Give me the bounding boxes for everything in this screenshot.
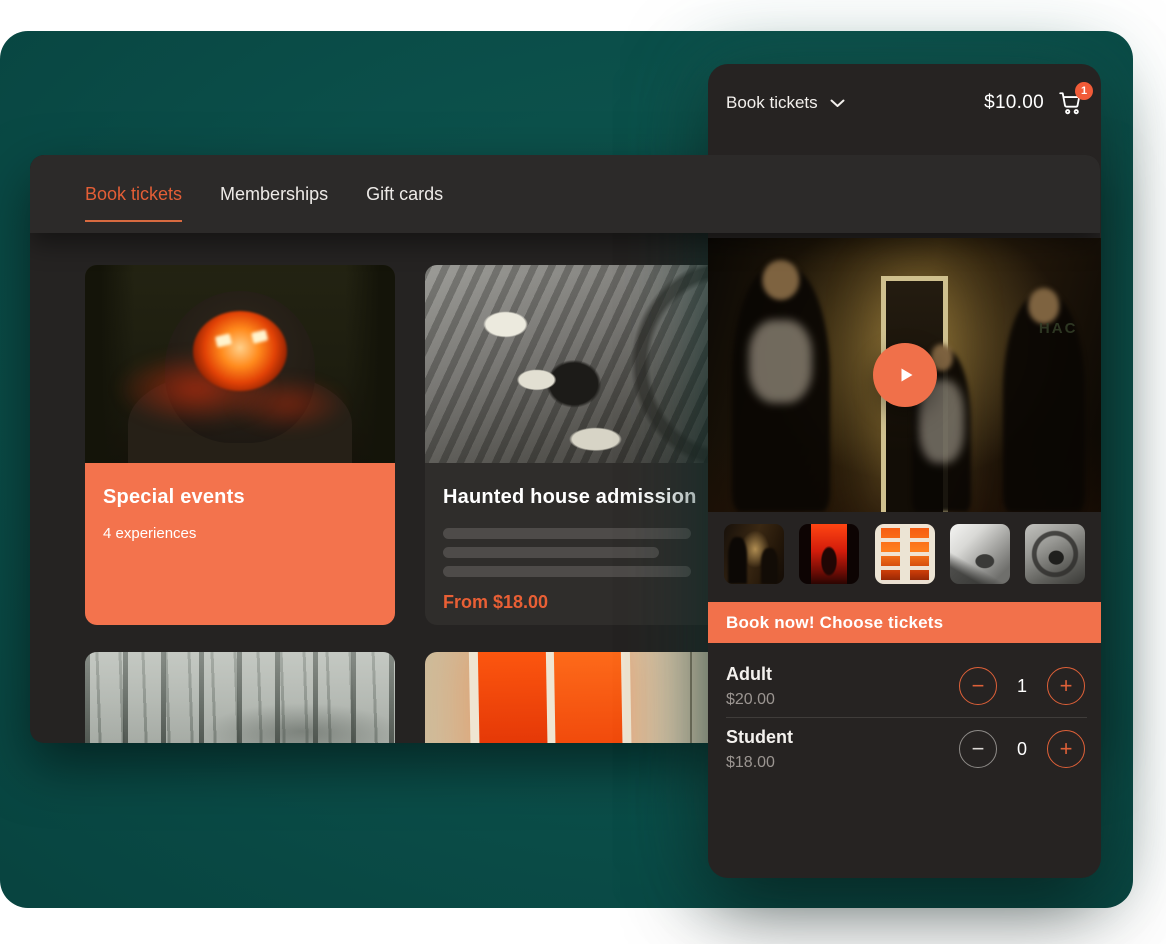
- ticket-name: Adult: [726, 664, 775, 685]
- gallery-thumbnail-1[interactable]: [724, 524, 784, 584]
- ticket-price: $18.00: [726, 754, 793, 772]
- zombie-silhouette: [732, 265, 830, 512]
- ticket-info: Student $18.00: [726, 727, 793, 772]
- window-pane: [477, 652, 547, 743]
- card-special-events[interactable]: Special events 4 experiences: [85, 265, 395, 625]
- gallery-thumbnail-2[interactable]: [799, 524, 859, 584]
- cart-badge: 1: [1075, 82, 1093, 100]
- gallery-thumbnail-3[interactable]: [875, 524, 935, 584]
- minus-icon: −: [972, 738, 985, 760]
- ticket-price: $20.00: [726, 691, 775, 709]
- card-title: Haunted house admission: [443, 486, 717, 509]
- card-price: From $18.00: [443, 592, 717, 613]
- pumpkin-figure-image: [85, 265, 395, 463]
- play-icon: [893, 363, 917, 387]
- increase-button[interactable]: +: [1047, 667, 1085, 705]
- jack-o-lantern-face: [193, 311, 287, 391]
- panel-nav: Book tickets $10.00 1: [708, 64, 1101, 116]
- foggy-forest-image: [85, 652, 395, 743]
- desktop-tab-bar: Book tickets Memberships Gift cards: [30, 155, 1100, 233]
- gallery-thumbnail-5[interactable]: [1025, 524, 1085, 584]
- window-pane: [553, 652, 623, 743]
- hanging-cord-shape: [690, 652, 692, 743]
- card-title: Special events: [103, 486, 377, 509]
- experience-card-grid: Special events 4 experiences Haunted hou…: [85, 265, 735, 743]
- card-fire-window[interactable]: [425, 652, 735, 743]
- card-haunted-house[interactable]: Haunted house admission From $18.00: [425, 265, 735, 625]
- ticket-name: Student: [726, 727, 793, 748]
- gallery-thumbnails: [708, 512, 1101, 584]
- plus-icon: +: [1060, 738, 1073, 760]
- quantity-stepper-adult: − 1 +: [959, 667, 1085, 705]
- dropdown-label: Book tickets: [726, 93, 818, 113]
- card-subtitle: 4 experiences: [103, 525, 377, 542]
- event-video[interactable]: HAC: [708, 238, 1101, 512]
- window-frame-shape: [468, 652, 636, 743]
- plus-icon: +: [1060, 675, 1073, 697]
- skeleton-line: [443, 528, 691, 539]
- staircase-image: [425, 265, 735, 463]
- decrease-button[interactable]: −: [959, 730, 997, 768]
- ticket-row-adult: Adult $20.00 − 1 +: [708, 655, 1101, 717]
- cart-icon: 1: [1057, 90, 1085, 116]
- skeleton-line: [443, 566, 691, 577]
- minus-icon: −: [972, 675, 985, 697]
- book-now-banner: Book now! Choose tickets: [708, 602, 1101, 643]
- burning-window-image: [425, 652, 735, 743]
- book-tickets-dropdown[interactable]: Book tickets: [726, 93, 845, 113]
- tab-book-tickets[interactable]: Book tickets: [85, 184, 182, 205]
- cart-total: $10.00: [984, 92, 1044, 114]
- quantity-stepper-student: − 0 +: [959, 730, 1085, 768]
- cart-button[interactable]: $10.00 1: [984, 90, 1085, 116]
- ticket-row-student: Student $18.00 − 0 +: [708, 718, 1101, 780]
- quantity-value: 1: [1015, 676, 1029, 697]
- ticket-info: Adult $20.00: [726, 664, 775, 709]
- increase-button[interactable]: +: [1047, 730, 1085, 768]
- play-button[interactable]: [873, 343, 937, 407]
- page: Book tickets Memberships Gift cards Spec…: [0, 0, 1166, 944]
- quantity-value: 0: [1015, 739, 1029, 760]
- wall-graffiti: HAC: [1039, 320, 1078, 337]
- banner-label: Book now! Choose tickets: [726, 613, 943, 633]
- card-forest[interactable]: [85, 652, 395, 743]
- description-skeleton: [443, 528, 717, 577]
- decrease-button[interactable]: −: [959, 667, 997, 705]
- skeleton-line: [443, 547, 659, 558]
- chevron-down-icon: [830, 99, 845, 108]
- gallery-thumbnail-4[interactable]: [950, 524, 1010, 584]
- tab-gift-cards[interactable]: Gift cards: [366, 184, 443, 205]
- tab-memberships[interactable]: Memberships: [220, 184, 328, 205]
